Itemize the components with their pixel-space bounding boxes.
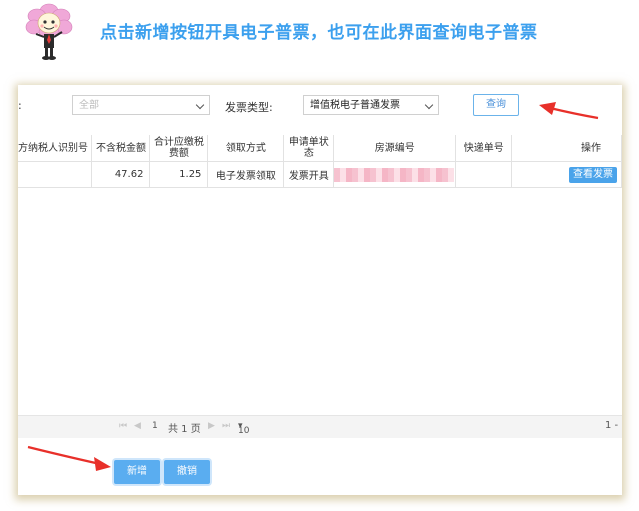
col-header-pickup-method: 领取方式: [207, 135, 285, 162]
cell-tax-total: 1.25: [149, 161, 209, 188]
total-pages: 共 1 页: [168, 424, 201, 435]
col-header-action: 操作: [511, 135, 622, 162]
invoice-type-select-value: 增值税电子普通发票: [310, 100, 400, 111]
cell-property-no: [333, 161, 457, 188]
col-header-app-status: 申请单状 态: [283, 135, 335, 162]
col-header-tax-total-line2: 费额: [168, 148, 189, 159]
page-size-select[interactable]: 10 ▾: [238, 421, 249, 436]
cell-amount-ex-tax: 47.62: [91, 161, 151, 188]
table-row: 47.62 1.25 电子发票领取 发票开具 查看发票: [18, 161, 622, 188]
col-header-amount-ex-tax: 不含税金额: [91, 135, 151, 162]
chevron-down-icon: [424, 100, 434, 110]
col-header-app-status-line1: 申请单状: [288, 137, 329, 148]
status-select-value: 全部: [79, 100, 99, 111]
add-button[interactable]: 新增: [114, 460, 160, 484]
invoice-table: 方纳税人识别号 不含税金额 合计应缴税 费额 领取方式 申请单状 态 房源编号 …: [18, 135, 622, 188]
status-select[interactable]: 全部: [72, 95, 210, 115]
chevron-down-icon: [195, 100, 205, 110]
invoice-panel: : 全部 发票类型: 增值税电子普通发票 查询 方纳税人识别号 不含税金额 合计…: [18, 85, 622, 495]
cell-status: 发票开具: [283, 161, 335, 188]
col-header-express-no: 快递单号: [455, 135, 513, 162]
view-invoice-button[interactable]: 查看发票: [569, 166, 617, 183]
record-range: 1 -: [605, 420, 619, 431]
filter-label-fragment: :: [18, 99, 22, 112]
flower-mascot-icon: [25, 3, 73, 60]
redacted-property-no: [334, 167, 455, 182]
cell-pickup-method: 电子发票领取: [207, 161, 285, 188]
revoke-button[interactable]: 撤销: [164, 460, 210, 484]
last-page-icon[interactable]: ⏭: [222, 421, 230, 431]
prev-page-icon[interactable]: ◀: [134, 421, 141, 431]
current-page[interactable]: 1: [152, 421, 158, 431]
headline: 点击新增按钮开具电子普票，也可在此界面查询电子普票: [100, 23, 538, 43]
table-header-row: 方纳税人识别号 不含税金额 合计应缴税 费额 领取方式 申请单状 态 房源编号 …: [18, 135, 622, 162]
query-button[interactable]: 查询: [473, 94, 519, 116]
invoice-type-label: 发票类型:: [225, 101, 273, 114]
invoice-type-select[interactable]: 增值税电子普通发票: [303, 95, 439, 115]
cell-express-no: [455, 161, 513, 188]
page-size-value: 10: [238, 426, 250, 436]
col-header-taxpayer-id: 方纳税人识别号: [18, 135, 93, 162]
col-header-property-no: 房源编号: [333, 135, 457, 162]
cell-taxpayer-id: [18, 161, 93, 188]
cell-action: 查看发票: [511, 161, 622, 188]
first-page-icon[interactable]: ⏮: [119, 421, 127, 431]
col-header-tax-total-line1: 合计应缴税: [153, 137, 204, 148]
col-header-app-status-line2: 态: [303, 148, 314, 159]
col-header-tax-total: 合计应缴税 费额: [149, 135, 209, 162]
pagination-bar: ⏮ ◀ 1 共 1 页 ▶ ⏭ 10 ▾ 1 -: [18, 415, 622, 438]
next-page-icon[interactable]: ▶: [208, 421, 215, 431]
